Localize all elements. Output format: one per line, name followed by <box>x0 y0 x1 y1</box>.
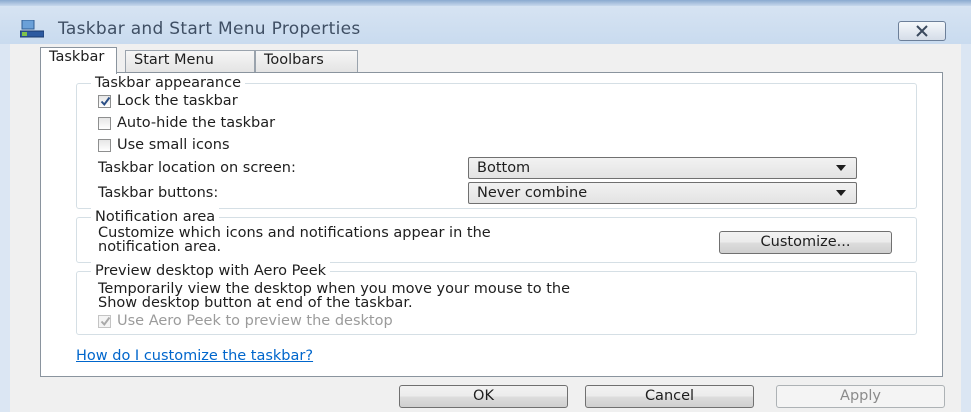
tab-panel-taskbar: Taskbar appearance Lock the taskbar Auto… <box>40 72 943 377</box>
small-icons-checkbox[interactable] <box>98 139 111 152</box>
aero-peek-text-1: Temporarily view the desktop when you mo… <box>98 281 570 297</box>
checkmark-icon <box>100 96 111 107</box>
notification-area-text-2: notification area. <box>98 239 222 255</box>
taskbar-location-dropdown[interactable]: Bottom <box>468 157 857 179</box>
taskbar-properties-icon <box>19 19 45 38</box>
ok-button[interactable]: OK <box>399 385 568 408</box>
tab-toolbars[interactable]: Toolbars <box>255 50 358 72</box>
taskbar-buttons-value: Never combine <box>477 185 588 201</box>
close-icon <box>916 25 928 37</box>
taskbar-buttons-label: Taskbar buttons: <box>98 185 219 201</box>
notification-area-text-1: Customize which icons and notifications … <box>98 225 491 241</box>
aero-peek-group: Preview desktop with Aero Peek Temporari… <box>76 261 917 335</box>
autohide-label: Auto-hide the taskbar <box>117 115 276 131</box>
close-button[interactable] <box>898 21 946 41</box>
title-bar[interactable]: Taskbar and Start Menu Properties <box>0 6 971 44</box>
customize-button[interactable]: Customize... <box>719 231 892 254</box>
taskbar-buttons-dropdown[interactable]: Never combine <box>468 182 857 204</box>
taskbar-appearance-group: Taskbar appearance Lock the taskbar Auto… <box>76 73 917 209</box>
chevron-down-icon <box>836 165 846 171</box>
lock-taskbar-checkbox[interactable] <box>98 95 111 108</box>
chevron-down-icon <box>836 190 846 196</box>
aero-peek-label: Use Aero Peek to preview the desktop <box>117 313 393 329</box>
taskbar-appearance-legend: Taskbar appearance <box>91 73 245 93</box>
lock-taskbar-label: Lock the taskbar <box>117 93 238 109</box>
aero-peek-checkbox[interactable] <box>98 315 111 328</box>
autohide-checkbox[interactable] <box>98 117 111 130</box>
cancel-button[interactable]: Cancel <box>585 385 754 408</box>
help-link[interactable]: How do I customize the taskbar? <box>76 348 313 364</box>
taskbar-location-label: Taskbar location on screen: <box>98 160 296 176</box>
tab-taskbar[interactable]: Taskbar <box>40 47 117 74</box>
notification-area-group: Notification area Customize which icons … <box>76 207 917 263</box>
notification-area-legend: Notification area <box>91 207 220 227</box>
aero-peek-legend: Preview desktop with Aero Peek <box>91 261 331 281</box>
window-title: Taskbar and Start Menu Properties <box>58 19 361 39</box>
apply-button[interactable]: Apply <box>776 385 945 408</box>
taskbar-location-value: Bottom <box>477 160 531 176</box>
checkmark-icon <box>100 316 111 327</box>
aero-peek-text-2: Show desktop button at end of the taskba… <box>98 295 413 311</box>
tab-start-menu[interactable]: Start Menu <box>125 50 255 72</box>
small-icons-label: Use small icons <box>117 137 230 153</box>
